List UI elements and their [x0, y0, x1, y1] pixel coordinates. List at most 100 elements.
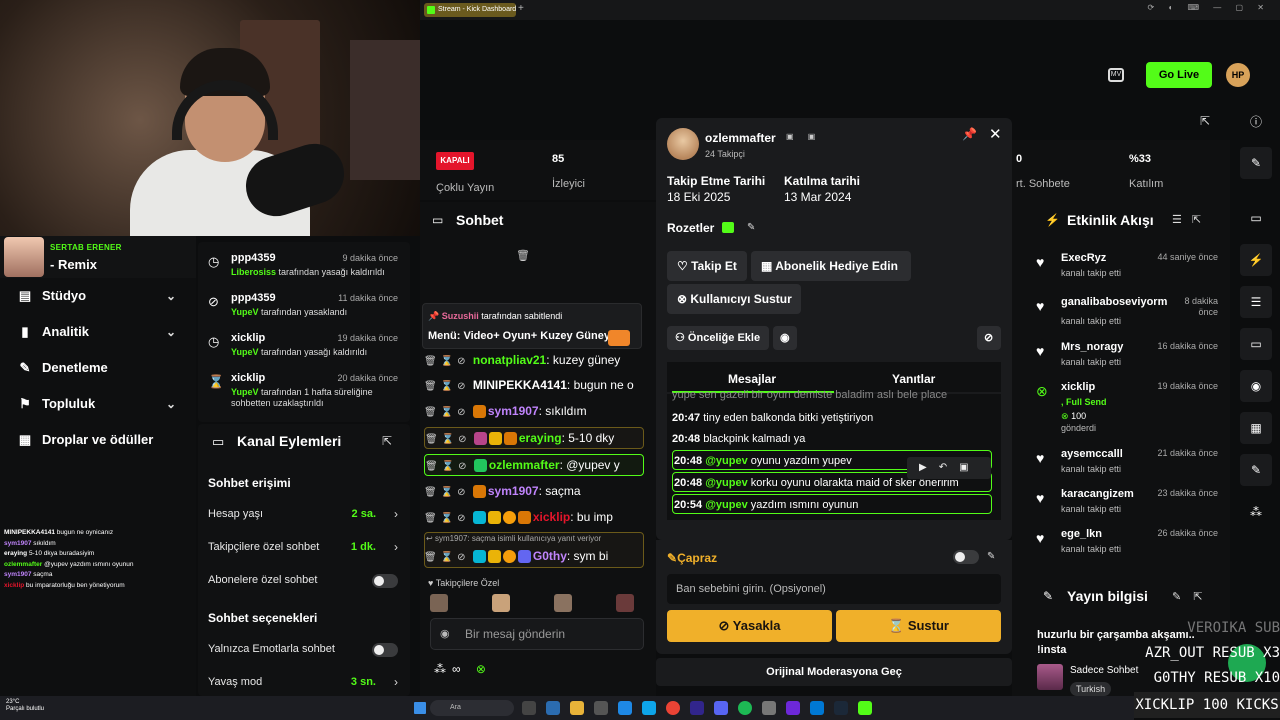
sidebar-item-moderation[interactable]: ✎ Denetleme: [0, 350, 196, 386]
window-icon[interactable]: ▭: [1240, 202, 1272, 234]
app-icon[interactable]: [810, 701, 824, 715]
message-actions[interactable]: 🗑⌛⊘: [425, 434, 471, 445]
chat-user[interactable]: sym1907: [488, 484, 539, 498]
calendar-icon[interactable]: ▦: [1240, 412, 1272, 444]
bolt-icon[interactable]: ⚡: [1240, 244, 1272, 276]
sidebar-item-analytics[interactable]: ▮ Analitik ⌄: [0, 314, 196, 350]
spotify-icon[interactable]: [738, 701, 752, 715]
original-moderation-button[interactable]: Orijinal Moderasyona Geç: [656, 658, 1012, 686]
chat-message[interactable]: 🗑⌛⊘ eraying: 5-10 dky: [424, 427, 644, 449]
message-actions[interactable]: 🗑⌛⊘: [424, 487, 470, 498]
chat-message[interactable]: 🗑⌛⊘ xicklip: bu imp: [424, 507, 644, 527]
activity-controls[interactable]: ☰⇱: [1172, 213, 1211, 226]
chat-user[interactable]: xicklip: [533, 510, 570, 524]
edge-icon[interactable]: [642, 701, 656, 715]
premiere-icon[interactable]: [690, 701, 704, 715]
message-actions[interactable]: 🗑⌛⊘: [424, 513, 470, 524]
edit-icon[interactable]: ✎: [1240, 147, 1272, 179]
cross-ban-toggle[interactable]: [953, 550, 979, 564]
activity-item[interactable]: ♥ karacangizem kanalı takip etti 23 dakika …: [1034, 486, 1224, 526]
slow-mode-row[interactable]: Yavaş mod 3 sn. ›: [208, 675, 400, 692]
history-message[interactable]: 20:54 @yupev yazdım ısmını oyunun: [672, 494, 992, 514]
viewer-avatar[interactable]: [616, 594, 634, 612]
message-actions[interactable]: 🗑⌛⊘: [424, 381, 470, 392]
sidebar-item-drops[interactable]: ▦ Droplar ve ödüller: [0, 422, 196, 458]
viewer-avatar[interactable]: [554, 594, 572, 612]
chat-input[interactable]: Bir mesaj gönderin: [430, 618, 644, 650]
gift-sub-button[interactable]: ▦ Abonelik Hediye Edin: [751, 251, 911, 281]
widgets-icon[interactable]: [546, 701, 560, 715]
activity-item[interactable]: ♥ Mrs_noragy kanalı takip etti 16 dakika ön…: [1034, 339, 1224, 379]
account-age-row[interactable]: Hesap yaşı 2 sa. ›: [208, 507, 400, 524]
message-actions[interactable]: 🗑⌛⊘: [425, 461, 471, 472]
stream-info-controls[interactable]: ✎⇱: [1172, 590, 1214, 603]
chat-user[interactable]: ozlemmafter: [489, 458, 560, 472]
chat-user[interactable]: MINIPEKKA4141: [473, 378, 567, 392]
mod-log-row[interactable]: ⊘ ppp4359 11 dakika önce YupeV tarafından y…: [198, 288, 410, 328]
ban-reason-input[interactable]: Ban sebebini girin. (Opsiyonel): [667, 574, 1001, 604]
ban-button[interactable]: ⊘ Yasakla: [667, 610, 832, 642]
viewer-avatar[interactable]: [492, 594, 510, 612]
block-icon[interactable]: ⊘: [977, 326, 1001, 350]
activity-item[interactable]: ⊗ xicklip , Full Send ⊗ 100 gönderdi 19 dakik…: [1034, 379, 1224, 439]
kick-icon[interactable]: ⊗: [476, 662, 492, 676]
window-controls[interactable]: ⟳ ◐ ⌨ — ▢ ✕: [1148, 3, 1270, 12]
windows-start-icon[interactable]: [414, 702, 426, 714]
close-icon[interactable]: ✕: [989, 125, 1002, 143]
chat-user[interactable]: G0thy: [533, 549, 567, 563]
user-avatar[interactable]: HP: [1226, 63, 1250, 87]
activity-item[interactable]: ♥ aysemccalll kanalı takip etti 21 dakika ö…: [1034, 446, 1224, 486]
chat-user[interactable]: sym1907: [488, 404, 539, 418]
wrench-icon[interactable]: ✎: [1240, 454, 1272, 486]
emote-only-row[interactable]: Yalnızca Emotlarla sohbet: [208, 643, 400, 659]
popout-icon[interactable]: ⇱: [1200, 114, 1210, 128]
apps-icon[interactable]: ⁂: [1240, 496, 1272, 528]
chrome-icon[interactable]: [666, 701, 680, 715]
chat-message[interactable]: 🗑⌛⊘ sym1907: saçma: [424, 481, 644, 501]
kick-app-icon[interactable]: [858, 701, 872, 715]
chat-user[interactable]: nonatpliav21: [473, 353, 546, 367]
pin-icon[interactable]: 📌: [962, 127, 977, 141]
popout-icon[interactable]: ⇱: [382, 434, 392, 448]
edit-icon[interactable]: ✎: [747, 222, 755, 233]
message-hover-actions[interactable]: ▶↶▣: [907, 457, 991, 479]
mod-log-row[interactable]: ◷ ppp4359 9 dakika önce Liberosiss tarafınd…: [198, 248, 410, 288]
chat-message[interactable]: 🗑⌛⊘ nonatpliav21: kuzey güney: [424, 350, 644, 370]
trash-icon[interactable]: 🗑: [516, 249, 530, 262]
broadcast-icon[interactable]: ◉: [1240, 370, 1272, 402]
chat-toolbar[interactable]: ⁂∞ ⊗: [434, 662, 492, 676]
activity-item[interactable]: ♥ ganalibaboseviyorm kanalı takip etti 8 da…: [1034, 294, 1224, 334]
mail-icon[interactable]: [618, 701, 632, 715]
taskbar-search[interactable]: Ara: [430, 700, 514, 716]
store-icon[interactable]: [594, 701, 608, 715]
subscribers-only-toggle[interactable]: [372, 574, 398, 588]
mod-log-row[interactable]: ⌛ xicklip 20 dakika önce YupeV tarafından 1…: [198, 368, 410, 408]
add-priority-button[interactable]: ⚇ Önceliğe Ekle: [667, 326, 769, 350]
steam-icon[interactable]: [834, 701, 848, 715]
chat-user[interactable]: eraying: [519, 431, 562, 445]
user-card-name[interactable]: ozlemmafter: [705, 131, 776, 145]
chat-message[interactable]: 🗑⌛⊘ MINIPEKKA4141: bugun ne o: [424, 375, 644, 395]
activity-item[interactable]: ♥ ege_lkn kanalı takip etti 26 dakika önce: [1034, 526, 1224, 566]
sidebar-item-community[interactable]: ⚑ Topluluk ⌄: [0, 386, 196, 422]
timeout-button[interactable]: ⌛ Sustur: [836, 610, 1001, 642]
chat-message-selected[interactable]: 🗑⌛⊘ ozlemmafter: @yupev y: [424, 454, 644, 476]
mod-log-row[interactable]: ◷ xicklip 19 dakika önce YupeV tarafından y…: [198, 328, 410, 368]
info-icon[interactable]: ⓘ: [1240, 106, 1272, 138]
copy-icon[interactable]: ▣ ▣: [786, 132, 821, 141]
go-live-button[interactable]: Go Live: [1146, 62, 1212, 88]
emote-only-toggle[interactable]: [372, 643, 398, 657]
subscribers-only-row[interactable]: Abonelere özel sohbet: [208, 574, 400, 590]
taskview-icon[interactable]: [522, 701, 536, 715]
browser-tab[interactable]: Stream - Kick Dashboard: [424, 3, 516, 17]
followers-only-row[interactable]: Takipçilere özel sohbet 1 dk. ›: [208, 540, 400, 557]
discord-icon[interactable]: [714, 701, 728, 715]
sidebar-item-studio[interactable]: ▤ Stüdyo ⌄: [0, 278, 196, 314]
message-actions[interactable]: 🗑⌛⊘: [424, 552, 470, 563]
eye-icon[interactable]: ◉: [773, 326, 797, 350]
tab-replies[interactable]: Yanıtlar: [892, 372, 935, 386]
app-icon[interactable]: [762, 701, 776, 715]
activity-item[interactable]: ♥ ExecRyz kanalı takip etti 44 saniye önce: [1034, 250, 1224, 290]
explorer-icon[interactable]: [570, 701, 584, 715]
multiview-icon[interactable]: MV: [1108, 68, 1124, 82]
